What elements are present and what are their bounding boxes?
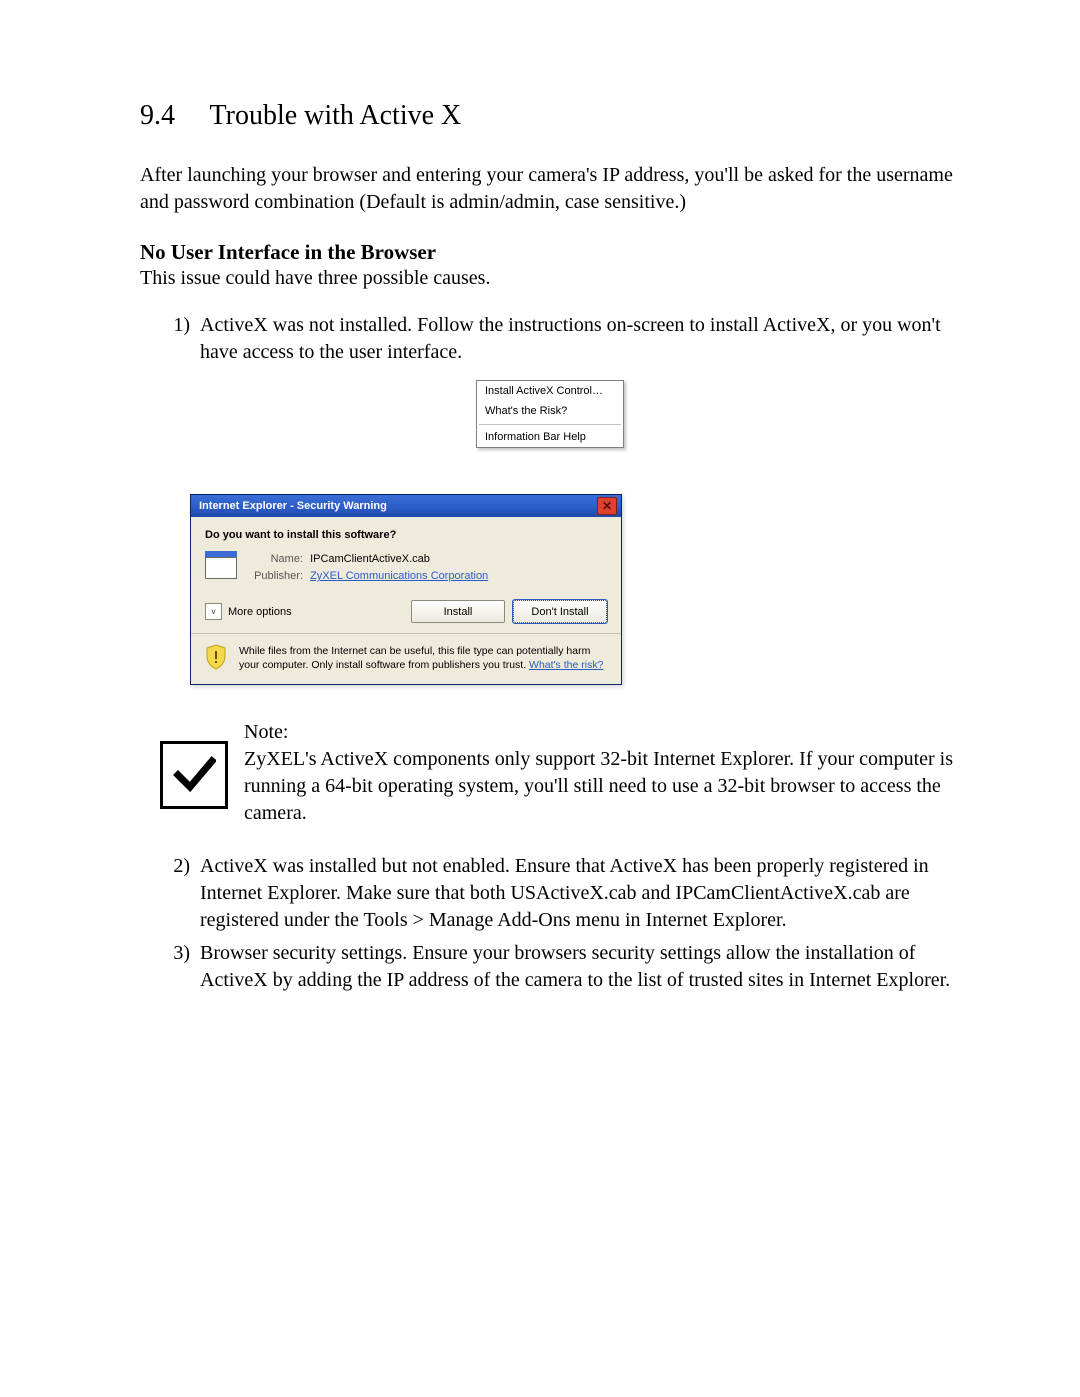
context-menu-figure: Install ActiveX Control… What's the Risk… [476, 380, 624, 448]
section-number: 9.4 [140, 100, 175, 132]
intro-paragraph: After launching your browser and enterin… [140, 162, 960, 216]
note-body: ZyXEL's ActiveX components only support … [244, 748, 953, 824]
sub-lead: This issue could have three possible cau… [140, 267, 960, 290]
context-menu: Install ActiveX Control… What's the Risk… [476, 380, 624, 448]
step-1-text: ActiveX was not installed. Follow the in… [200, 312, 960, 366]
step-3: 3) Browser security settings. Ensure you… [140, 940, 960, 994]
dialog-footer: While files from the Internet can be use… [191, 633, 621, 684]
chevron-down-icon: v [205, 603, 222, 620]
step-3-text: Browser security settings. Ensure your b… [200, 940, 960, 994]
dialog-info-row: Name: IPCamClientActiveX.cab Publisher: … [205, 551, 607, 586]
security-warning-dialog: Internet Explorer - Security Warning ✕ D… [190, 494, 622, 686]
whats-the-risk-link[interactable]: What's the risk? [529, 659, 603, 671]
menu-item-whats-the-risk[interactable]: What's the Risk? [477, 401, 623, 421]
install-button[interactable]: Install [411, 600, 505, 623]
note-label: Note: [244, 719, 960, 746]
publisher-label: Publisher: [249, 568, 303, 586]
subheading: No User Interface in the Browser [140, 240, 960, 265]
menu-item-install-activex[interactable]: Install ActiveX Control… [477, 381, 623, 401]
steps-list: 1) ActiveX was not installed. Follow the… [140, 312, 960, 366]
step-2-marker: 2) [140, 853, 200, 934]
more-options[interactable]: v More options [205, 603, 403, 620]
document-page: 9.4 Trouble with Active X After launchin… [0, 0, 1080, 1300]
steps-list-continued: 2) ActiveX was installed but not enabled… [140, 853, 960, 994]
dialog-meta: Name: IPCamClientActiveX.cab Publisher: … [249, 551, 488, 586]
dialog-footer-text: While files from the Internet can be use… [239, 644, 607, 672]
step-1-marker: 1) [140, 312, 200, 366]
step-1: 1) ActiveX was not installed. Follow the… [140, 312, 960, 366]
dialog-body: Do you want to install this software? Na… [191, 517, 621, 633]
close-icon: ✕ [602, 499, 612, 513]
more-options-label: More options [228, 606, 292, 618]
dialog-title: Internet Explorer - Security Warning [199, 500, 597, 512]
dialog-actions: v More options Install Don't Install [205, 600, 607, 623]
name-label: Name: [249, 551, 303, 569]
section-title: Trouble with Active X [210, 100, 462, 131]
dialog-titlebar: Internet Explorer - Security Warning ✕ [191, 495, 621, 517]
shield-warning-icon [205, 644, 227, 670]
dont-install-button[interactable]: Don't Install [513, 600, 607, 623]
menu-item-information-bar-help[interactable]: Information Bar Help [477, 427, 623, 447]
note-row: Note: ZyXEL's ActiveX components only su… [160, 719, 960, 827]
step-3-marker: 3) [140, 940, 200, 994]
install-button-label: Install [444, 606, 473, 618]
dont-install-button-label: Don't Install [531, 606, 588, 618]
step-2: 2) ActiveX was installed but not enabled… [140, 853, 960, 934]
section-heading: 9.4 Trouble with Active X [140, 100, 960, 132]
software-icon [205, 551, 237, 579]
step-2-text: ActiveX was installed but not enabled. E… [200, 853, 960, 934]
checkmark-icon [160, 741, 228, 809]
software-name: IPCamClientActiveX.cab [310, 553, 430, 565]
publisher-link[interactable]: ZyXEL Communications Corporation [310, 570, 488, 582]
dialog-question: Do you want to install this software? [205, 529, 607, 541]
close-button[interactable]: ✕ [597, 497, 617, 515]
note-text-block: Note: ZyXEL's ActiveX components only su… [244, 719, 960, 827]
menu-separator [479, 424, 621, 425]
